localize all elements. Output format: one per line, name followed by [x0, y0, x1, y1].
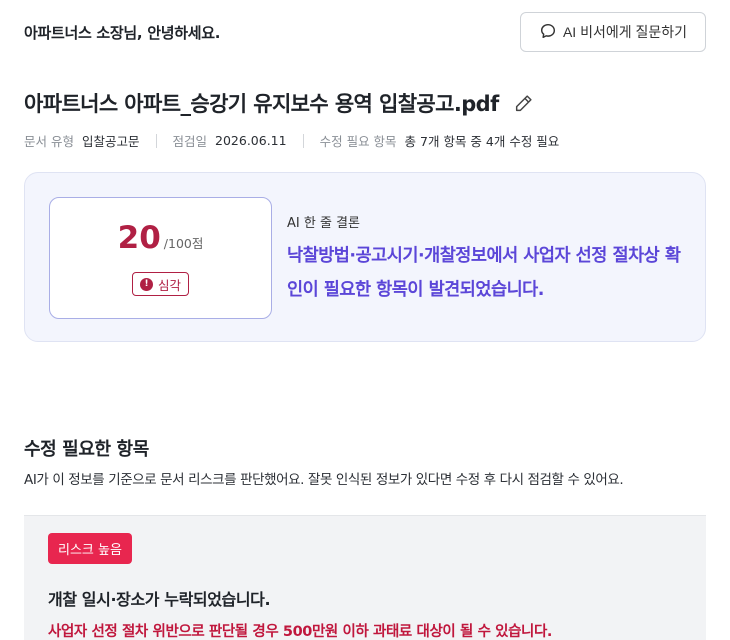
- issue-card[interactable]: 리스크 높음 개찰 일시·장소가 누락되었습니다. 사업자 선정 절차 위반으로…: [24, 515, 706, 640]
- ai-conclusion-text: 낙찰방법·공고시기·개찰정보에서 사업자 선정 절차상 확인이 필요한 항목이 …: [287, 246, 681, 300]
- issue-warning: 사업자 선정 절차 위반으로 판단될 경우 500만원 이하 과태료 대상이 될…: [48, 624, 553, 640]
- check-date-label: 점검일: [172, 134, 208, 149]
- doc-type-label: 문서 유형: [24, 134, 74, 149]
- document-title: 아파트너스 아파트_승강기 유지보수 용역 입찰공고.pdf: [24, 92, 499, 116]
- fix-needed-label: 수정 필요 항목: [319, 134, 397, 149]
- meta-divider: [302, 133, 304, 148]
- alert-circle-icon: !: [140, 277, 153, 291]
- ai-conclusion-label: AI 한 줄 결론: [287, 216, 360, 231]
- check-date-value: 2026.06.11: [215, 133, 287, 148]
- score-box: 20/100점 ! 심각: [49, 197, 272, 319]
- score-value: 20: [117, 220, 161, 256]
- issues-section-description: AI가 이 정보를 기준으로 문서 리스크를 판단했어요. 잘못 인식된 정보가…: [24, 472, 624, 488]
- risk-badge: 리스크 높음: [48, 533, 132, 564]
- ask-ai-assistant-label: AI 비서에게 질문하기: [562, 24, 688, 40]
- doc-type-value: 입찰공고문: [81, 134, 140, 149]
- score-total: /100점: [163, 236, 204, 251]
- issue-title: 개찰 일시·장소가 누락되었습니다.: [48, 590, 271, 609]
- score-line: 20/100점: [50, 220, 271, 256]
- pencil-icon[interactable]: [513, 92, 535, 114]
- ask-ai-assistant-button[interactable]: AI 비서에게 질문하기: [520, 12, 706, 52]
- summary-card: 20/100점 ! 심각 AI 한 줄 결론 낙찰방법·공고시기·개찰정보에서 …: [24, 172, 706, 342]
- fix-needed-value: 총 7개 항목 중 4개 수정 필요: [404, 134, 560, 149]
- issues-section-title: 수정 필요한 항목: [24, 439, 149, 460]
- document-title-row: 아파트너스 아파트_승강기 유지보수 용역 입찰공고.pdf: [24, 88, 535, 118]
- meta-divider: [155, 133, 157, 148]
- severity-label: 심각: [158, 277, 182, 293]
- document-meta: 문서 유형 입찰공고문 점검일 2026.06.11 수정 필요 항목 총 7개…: [24, 131, 559, 150]
- severity-badge: ! 심각: [132, 272, 190, 296]
- chat-bubble-icon: [539, 22, 557, 43]
- greeting-text: 아파트너스 소장님, 안녕하세요.: [24, 24, 221, 42]
